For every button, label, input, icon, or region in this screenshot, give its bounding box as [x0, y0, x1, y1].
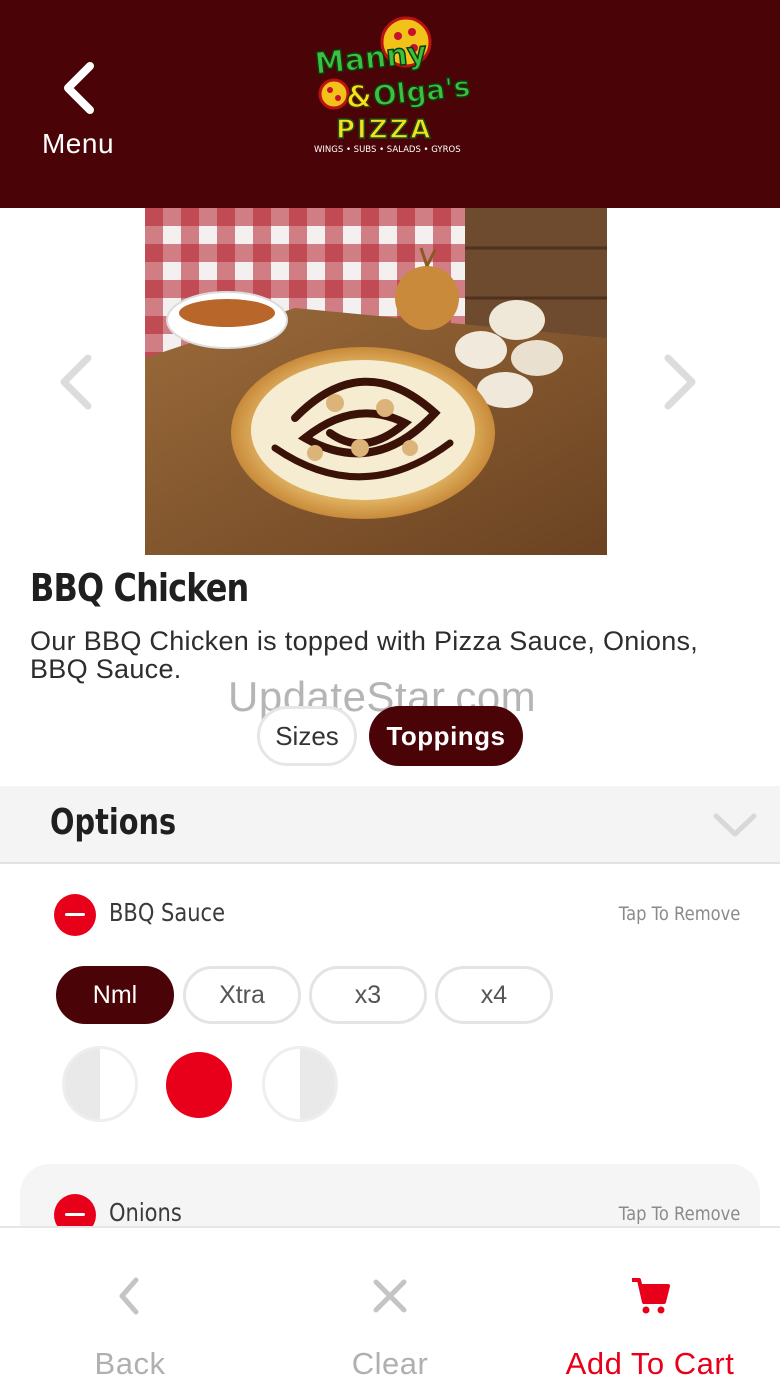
- svg-text:PIZZA: PIZZA: [336, 115, 433, 145]
- topping-name: BBQ Sauce: [109, 898, 225, 927]
- options-header[interactable]: Options: [0, 786, 780, 864]
- carousel-prev-icon[interactable]: [56, 354, 96, 410]
- clear-label: Clear: [351, 1346, 429, 1381]
- restaurant-logo: Manny & Olga's PIZZA WINGS • SUBS • SALA…: [312, 16, 473, 155]
- amount-xtra-button[interactable]: Xtra: [183, 966, 301, 1024]
- options-title: Options: [50, 802, 177, 843]
- svg-text:Olga's: Olga's: [371, 70, 471, 113]
- chevron-left-icon: [119, 1277, 139, 1315]
- back-label: Back: [94, 1346, 166, 1381]
- amount-x3-button[interactable]: x3: [309, 966, 427, 1024]
- remove-circle-icon[interactable]: [54, 894, 96, 936]
- tap-to-remove-link[interactable]: Tap To Remove: [618, 1203, 740, 1225]
- add-to-cart-button[interactable]: Add To Cart: [520, 1228, 780, 1387]
- tab-toppings[interactable]: Toppings: [369, 706, 523, 766]
- add-to-cart-label: Add To Cart: [565, 1346, 735, 1381]
- pizza-photo: [145, 208, 607, 555]
- close-icon: [373, 1279, 407, 1313]
- menu-back-button[interactable]: Menu: [36, 62, 126, 162]
- topping-name: Onions: [109, 1198, 182, 1227]
- menu-label: Menu: [41, 128, 115, 159]
- left-half-icon[interactable]: [62, 1046, 138, 1122]
- bottom-action-bar: Back Clear Add To Cart: [0, 1226, 780, 1387]
- image-carousel: [0, 208, 780, 555]
- clear-button[interactable]: Clear: [260, 1228, 520, 1387]
- app-header: Menu Manny & Olga's PIZZA WINGS • SUBS •…: [0, 0, 780, 208]
- svg-text:WINGS • SUBS • SALADS • GYROS: WINGS • SUBS • SALADS • GYROS: [314, 145, 461, 155]
- topping-row-bbq-sauce: BBQ Sauce Tap To Remove: [0, 884, 780, 944]
- svg-text:&: &: [346, 80, 372, 115]
- back-button[interactable]: Back: [0, 1228, 260, 1387]
- whole-icon[interactable]: [166, 1052, 232, 1118]
- amount-nml-button[interactable]: Nml: [56, 966, 174, 1024]
- amount-x4-button[interactable]: x4: [435, 966, 553, 1024]
- carousel-next-icon[interactable]: [660, 354, 700, 410]
- right-half-icon[interactable]: [262, 1046, 338, 1122]
- tab-sizes[interactable]: Sizes: [257, 706, 357, 766]
- tap-to-remove-link[interactable]: Tap To Remove: [618, 903, 740, 925]
- shopping-cart-icon: [632, 1278, 670, 1314]
- chevron-down-icon[interactable]: [712, 810, 758, 840]
- chevron-left-icon: [64, 62, 94, 114]
- item-title: BBQ Chicken: [30, 566, 249, 610]
